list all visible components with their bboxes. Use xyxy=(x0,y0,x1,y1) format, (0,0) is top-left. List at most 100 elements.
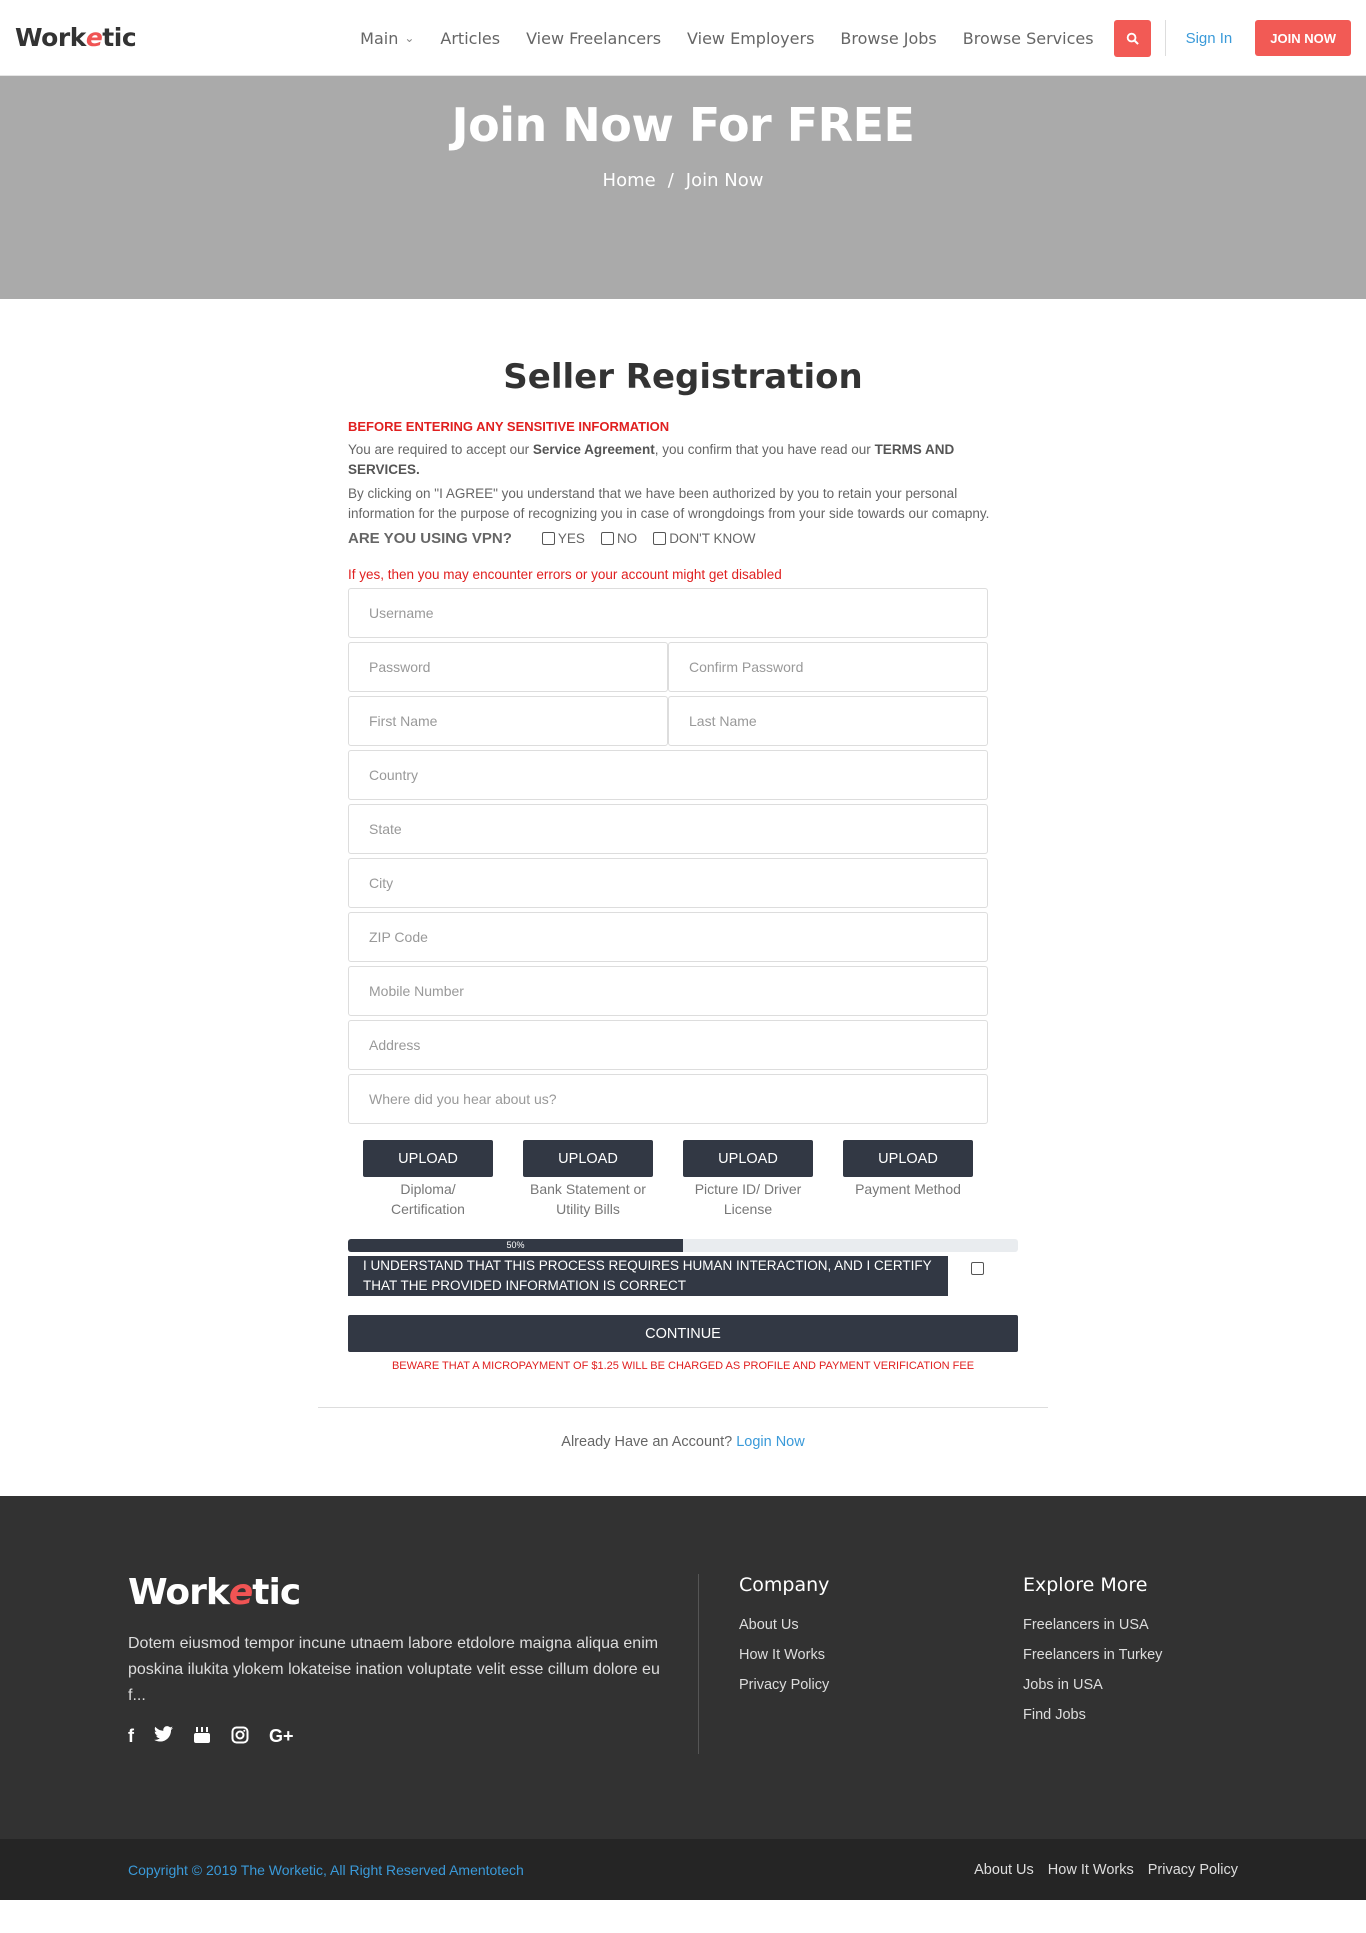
logo[interactable]: Work e tic xyxy=(15,23,137,52)
site-footer: Worketic Dotem eiusmod tempor incune utn… xyxy=(0,1496,1366,1839)
certify-statement: I UNDERSTAND THAT THIS PROCESS REQUIRES … xyxy=(348,1256,948,1296)
warning-title: BEFORE ENTERING ANY SENSITIVE INFORMATIO… xyxy=(348,419,670,434)
chevron-down-icon: ⌄ xyxy=(404,31,415,45)
vpn-dont-know-option[interactable]: DON'T KNOW xyxy=(653,531,756,546)
nav-browse-services[interactable]: Browse Services xyxy=(963,29,1094,48)
page-title: Join Now For FREE xyxy=(451,98,915,152)
copyright-text: Copyright © 2019 The Worketic, All Right… xyxy=(128,1861,524,1878)
vpn-dont-know-checkbox[interactable] xyxy=(653,532,667,545)
login-now-link[interactable]: Login Now xyxy=(736,1434,805,1450)
search-button[interactable] xyxy=(1113,19,1151,57)
certify-checkbox[interactable] xyxy=(971,1262,984,1275)
username-field[interactable]: Username xyxy=(348,588,988,638)
footer-link-freelancers-usa[interactable]: Freelancers in USA xyxy=(1023,1610,1162,1640)
upload-picture-id-label: Picture ID/ Driver License xyxy=(694,1181,802,1217)
main-nav: Main ⌄ Articles View Freelancers View Emp… xyxy=(334,0,1351,76)
upload-picture-id-button[interactable]: UPLOAD xyxy=(683,1140,813,1177)
nav-main[interactable]: Main ⌄ xyxy=(360,29,414,48)
nav-view-freelancers[interactable]: View Freelancers xyxy=(526,29,661,48)
referral-field[interactable]: Where did you hear about us? xyxy=(348,1074,988,1124)
bottom-link-how-it-works[interactable]: How It Works xyxy=(1048,1862,1134,1878)
bottom-link-about[interactable]: About Us xyxy=(974,1862,1034,1878)
footer-explore-column: Explore More Freelancers in USA Freelanc… xyxy=(1023,1574,1162,1730)
country-field[interactable]: Country xyxy=(348,750,988,800)
login-prompt: Already Have an Account? Login Now xyxy=(561,1434,805,1450)
vpn-yes-checkbox[interactable] xyxy=(541,532,555,545)
footer-link-privacy[interactable]: Privacy Policy xyxy=(739,1670,829,1700)
vpn-no-option[interactable]: NO xyxy=(600,531,637,546)
breadcrumb-separator: / xyxy=(667,170,674,191)
password-row: Password Confirm Password xyxy=(348,642,988,696)
vpn-yes-option[interactable]: YES xyxy=(541,531,585,546)
upload-bank-statement-button[interactable]: UPLOAD xyxy=(523,1140,653,1177)
progress-bar: 50% xyxy=(348,1239,1018,1252)
city-field[interactable]: City xyxy=(348,858,988,908)
breadcrumb-current: Join Now xyxy=(685,170,764,191)
upload-payment-method-button[interactable]: UPLOAD xyxy=(843,1140,973,1177)
micropayment-notice: BEWARE THAT A MICROPAYMENT OF $1.25 WILL… xyxy=(391,1360,975,1372)
upload-diploma: UPLOAD Diploma/ Certification xyxy=(348,1140,508,1219)
upload-row: UPLOAD Diploma/ Certification UPLOAD Ban… xyxy=(348,1140,988,1219)
registration-form: Username Password Confirm Password First… xyxy=(348,588,988,1124)
last-name-field[interactable]: Last Name xyxy=(668,696,988,746)
footer-description: Dotem eiusmod tempor incune utnaem labor… xyxy=(128,1635,660,1704)
vpn-question-row: ARE YOU USING VPN? YES NO DON'T KNOW xyxy=(348,530,1018,547)
search-icon xyxy=(1126,32,1139,45)
authorization-text: By clicking on "I AGREE" you understand … xyxy=(348,486,990,521)
certify-row: I UNDERSTAND THAT THIS PROCESS REQUIRES … xyxy=(348,1256,1018,1296)
footer-link-freelancers-turkey[interactable]: Freelancers in Turkey xyxy=(1023,1640,1162,1670)
nav-browse-jobs[interactable]: Browse Jobs xyxy=(840,29,936,48)
form-title: Seller Registration xyxy=(503,357,863,397)
vpn-warning: If yes, then you may encounter errors or… xyxy=(348,567,782,582)
nav-articles[interactable]: Articles xyxy=(440,29,500,48)
footer-logo[interactable]: Worketic xyxy=(128,1572,301,1613)
progress-fill: 50% xyxy=(348,1239,683,1252)
continue-button[interactable]: CONTINUE xyxy=(348,1315,1018,1352)
page-banner: Join Now For FREE Home / Join Now xyxy=(0,76,1366,299)
vpn-question: ARE YOU USING VPN? xyxy=(348,530,512,547)
join-now-button[interactable]: JOIN NOW xyxy=(1255,20,1351,56)
upload-picture-id: UPLOAD Picture ID/ Driver License xyxy=(668,1140,828,1219)
footer-link-jobs-usa[interactable]: Jobs in USA xyxy=(1023,1670,1162,1700)
sign-in-link[interactable]: Sign In xyxy=(1186,30,1233,47)
footer-explore-title: Explore More xyxy=(1023,1574,1148,1596)
google-plus-icon[interactable]: G+ xyxy=(269,1726,294,1749)
upload-bank-statement-label: Bank Statement or Utility Bills xyxy=(530,1181,646,1217)
agreement-text: You are required to accept our Service A… xyxy=(348,442,955,477)
address-field[interactable]: Address xyxy=(348,1020,988,1070)
footer-divider xyxy=(698,1574,699,1754)
confirm-password-field[interactable]: Confirm Password xyxy=(668,642,988,692)
footer-link-how-it-works[interactable]: How It Works xyxy=(739,1640,829,1670)
nav-divider xyxy=(1164,20,1166,56)
bottom-links: About Us How It Works Privacy Policy xyxy=(960,1862,1238,1878)
bottom-link-privacy[interactable]: Privacy Policy xyxy=(1148,1862,1238,1878)
zip-field[interactable]: ZIP Code xyxy=(348,912,988,962)
site-header: Work e tic Main ⌄ Articles View Freelancers… xyxy=(0,0,1366,76)
upload-diploma-label: Diploma/ Certification xyxy=(391,1181,465,1217)
copyright-bar: Copyright © 2019 The Worketic, All Right… xyxy=(0,1839,1366,1900)
upload-bank-statement: UPLOAD Bank Statement or Utility Bills xyxy=(508,1140,668,1219)
nav-view-employers[interactable]: View Employers xyxy=(687,29,814,48)
service-agreement-link[interactable]: Service Agreement xyxy=(533,442,655,457)
twitter-icon[interactable] xyxy=(154,1726,173,1749)
social-links: f G+ xyxy=(128,1726,314,1749)
upload-payment-method: UPLOAD Payment Method xyxy=(828,1140,988,1219)
mobile-field[interactable]: Mobile Number xyxy=(348,966,988,1016)
youtube-icon[interactable] xyxy=(193,1726,211,1749)
facebook-icon[interactable]: f xyxy=(128,1726,134,1749)
name-row: First Name Last Name xyxy=(348,696,988,750)
footer-link-about[interactable]: About Us xyxy=(739,1610,829,1640)
vpn-no-checkbox[interactable] xyxy=(600,532,614,545)
instagram-icon[interactable] xyxy=(231,1726,249,1749)
first-name-field[interactable]: First Name xyxy=(348,696,668,746)
upload-payment-method-label: Payment Method xyxy=(855,1181,961,1197)
footer-link-find-jobs[interactable]: Find Jobs xyxy=(1023,1700,1162,1730)
breadcrumb: Home / Join Now xyxy=(0,170,1366,191)
footer-company-title: Company xyxy=(739,1574,830,1596)
registration-section: Seller Registration BEFORE ENTERING ANY … xyxy=(348,299,1018,1372)
upload-diploma-button[interactable]: UPLOAD xyxy=(363,1140,493,1177)
footer-company-column: Company About Us How It Works Privacy Po… xyxy=(739,1574,829,1700)
state-field[interactable]: State xyxy=(348,804,988,854)
breadcrumb-home[interactable]: Home xyxy=(603,170,656,191)
password-field[interactable]: Password xyxy=(348,642,668,692)
